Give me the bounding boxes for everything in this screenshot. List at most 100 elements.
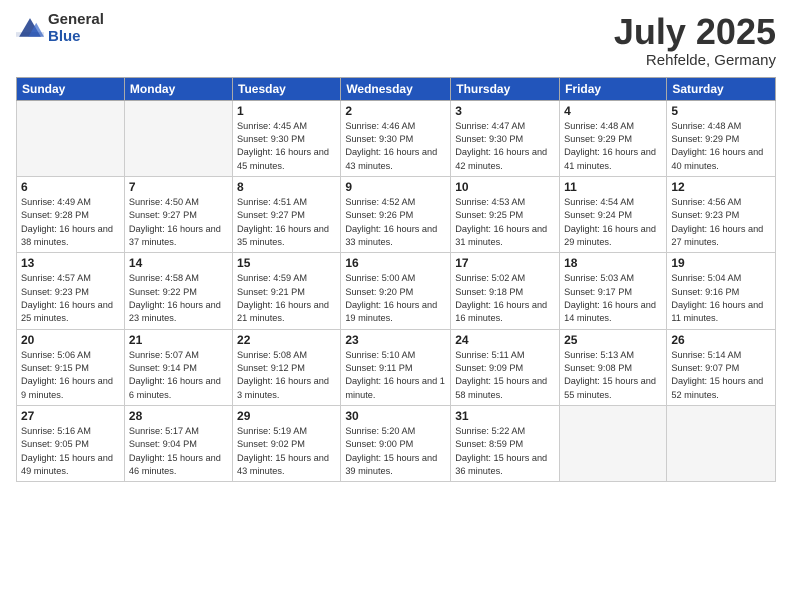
day-number: 5: [671, 104, 771, 118]
table-row: 24 Sunrise: 5:11 AM Sunset: 9:09 PM Dayli…: [451, 329, 560, 405]
month-title: July 2025: [614, 12, 776, 52]
day-number: 28: [129, 409, 228, 423]
day-info: Sunrise: 4:59 AM Sunset: 9:21 PM Dayligh…: [237, 272, 336, 325]
header-sunday: Sunday: [17, 77, 125, 100]
logo-general-text: General: [48, 12, 104, 29]
day-info: Sunrise: 4:48 AM Sunset: 9:29 PM Dayligh…: [671, 120, 771, 173]
table-row: 18 Sunrise: 5:03 AM Sunset: 9:17 PM Dayli…: [560, 253, 667, 329]
table-row: 22Sunrise: 5:08 AM Sunset: 9:12 PM Dayli…: [233, 329, 341, 405]
day-number: 26: [671, 333, 771, 347]
day-number: 4: [564, 104, 662, 118]
table-row: 26 Sunrise: 5:14 AM Sunset: 9:07 PM Dayli…: [667, 329, 776, 405]
day-info: Sunrise: 4:49 AM Sunset: 9:28 PM Dayligh…: [21, 196, 120, 249]
logo-blue-text: Blue: [48, 29, 104, 46]
day-number: 12: [671, 180, 771, 194]
day-number: 16: [345, 256, 446, 270]
day-number: 6: [21, 180, 120, 194]
day-number: 11: [564, 180, 662, 194]
table-row: 3Sunrise: 4:47 AM Sunset: 9:30 PM Daylig…: [451, 100, 560, 176]
day-info: Sunrise: 4:50 AM Sunset: 9:27 PM Dayligh…: [129, 196, 228, 249]
day-info: Sunrise: 4:52 AM Sunset: 9:26 PM Dayligh…: [345, 196, 446, 249]
day-info: Sunrise: 4:54 AM Sunset: 9:24 PM Dayligh…: [564, 196, 662, 249]
day-number: 31: [455, 409, 555, 423]
header-friday: Friday: [560, 77, 667, 100]
table-row: 30 Sunrise: 5:20 AM Sunset: 9:00 PM Dayli…: [341, 406, 451, 482]
day-number: 13: [21, 256, 120, 270]
calendar-table: Sunday Monday Tuesday Wednesday Thursday…: [16, 77, 776, 483]
header-saturday: Saturday: [667, 77, 776, 100]
table-row: 10 Sunrise: 4:53 AM Sunset: 9:25 PM Dayli…: [451, 176, 560, 252]
day-info: Sunrise: 5:06 AM Sunset: 9:15 PM Dayligh…: [21, 349, 120, 402]
day-number: 27: [21, 409, 120, 423]
day-info: Sunrise: 5:22 AM Sunset: 8:59 PM Dayligh…: [455, 425, 555, 478]
day-info: Sunrise: 4:45 AM Sunset: 9:30 PM Dayligh…: [237, 120, 336, 173]
table-row: 23 Sunrise: 5:10 AM Sunset: 9:11 PM Dayli…: [341, 329, 451, 405]
table-row: 11 Sunrise: 4:54 AM Sunset: 9:24 PM Dayli…: [560, 176, 667, 252]
table-row: 16 Sunrise: 5:00 AM Sunset: 9:20 PM Dayli…: [341, 253, 451, 329]
header-monday: Monday: [124, 77, 232, 100]
day-info: Sunrise: 5:00 AM Sunset: 9:20 PM Dayligh…: [345, 272, 446, 325]
logo-icon: [16, 15, 44, 43]
table-row: 12Sunrise: 4:56 AM Sunset: 9:23 PM Dayli…: [667, 176, 776, 252]
table-row: 1 Sunrise: 4:45 AM Sunset: 9:30 PM Daylig…: [233, 100, 341, 176]
day-info: Sunrise: 5:02 AM Sunset: 9:18 PM Dayligh…: [455, 272, 555, 325]
day-info: Sunrise: 4:57 AM Sunset: 9:23 PM Dayligh…: [21, 272, 120, 325]
day-info: Sunrise: 5:04 AM Sunset: 9:16 PM Dayligh…: [671, 272, 771, 325]
day-info: Sunrise: 4:48 AM Sunset: 9:29 PM Dayligh…: [564, 120, 662, 173]
table-row: 5 Sunrise: 4:48 AM Sunset: 9:29 PM Daylig…: [667, 100, 776, 176]
day-number: 21: [129, 333, 228, 347]
day-number: 18: [564, 256, 662, 270]
day-number: 30: [345, 409, 446, 423]
table-row: [124, 100, 232, 176]
day-number: 15: [237, 256, 336, 270]
calendar-header-row: Sunday Monday Tuesday Wednesday Thursday…: [17, 77, 776, 100]
day-info: Sunrise: 5:14 AM Sunset: 9:07 PM Dayligh…: [671, 349, 771, 402]
day-number: 17: [455, 256, 555, 270]
table-row: 29 Sunrise: 5:19 AM Sunset: 9:02 PM Dayli…: [233, 406, 341, 482]
table-row: 31 Sunrise: 5:22 AM Sunset: 8:59 PM Dayli…: [451, 406, 560, 482]
header-thursday: Thursday: [451, 77, 560, 100]
day-number: 2: [345, 104, 446, 118]
day-info: Sunrise: 5:13 AM Sunset: 9:08 PM Dayligh…: [564, 349, 662, 402]
day-number: 25: [564, 333, 662, 347]
day-info: Sunrise: 4:58 AM Sunset: 9:22 PM Dayligh…: [129, 272, 228, 325]
table-row: 19Sunrise: 5:04 AM Sunset: 9:16 PM Dayli…: [667, 253, 776, 329]
day-info: Sunrise: 5:19 AM Sunset: 9:02 PM Dayligh…: [237, 425, 336, 478]
table-row: 21 Sunrise: 5:07 AM Sunset: 9:14 PM Dayli…: [124, 329, 232, 405]
day-info: Sunrise: 4:51 AM Sunset: 9:27 PM Dayligh…: [237, 196, 336, 249]
day-info: Sunrise: 4:53 AM Sunset: 9:25 PM Dayligh…: [455, 196, 555, 249]
day-info: Sunrise: 5:11 AM Sunset: 9:09 PM Dayligh…: [455, 349, 555, 402]
table-row: 7Sunrise: 4:50 AM Sunset: 9:27 PM Daylig…: [124, 176, 232, 252]
day-number: 20: [21, 333, 120, 347]
table-row: [17, 100, 125, 176]
day-info: Sunrise: 5:20 AM Sunset: 9:00 PM Dayligh…: [345, 425, 446, 478]
table-row: 6 Sunrise: 4:49 AM Sunset: 9:28 PM Daylig…: [17, 176, 125, 252]
day-info: Sunrise: 5:03 AM Sunset: 9:17 PM Dayligh…: [564, 272, 662, 325]
day-number: 1: [237, 104, 336, 118]
table-row: 17 Sunrise: 5:02 AM Sunset: 9:18 PM Dayli…: [451, 253, 560, 329]
table-row: 2 Sunrise: 4:46 AM Sunset: 9:30 PM Daylig…: [341, 100, 451, 176]
location-subtitle: Rehfelde, Germany: [614, 52, 776, 69]
table-row: 8 Sunrise: 4:51 AM Sunset: 9:27 PM Daylig…: [233, 176, 341, 252]
header-tuesday: Tuesday: [233, 77, 341, 100]
table-row: 28 Sunrise: 5:17 AM Sunset: 9:04 PM Dayli…: [124, 406, 232, 482]
table-row: 15 Sunrise: 4:59 AM Sunset: 9:21 PM Dayli…: [233, 253, 341, 329]
table-row: 27Sunrise: 5:16 AM Sunset: 9:05 PM Dayli…: [17, 406, 125, 482]
day-number: 23: [345, 333, 446, 347]
day-number: 29: [237, 409, 336, 423]
table-row: 25 Sunrise: 5:13 AM Sunset: 9:08 PM Dayli…: [560, 329, 667, 405]
logo: General Blue: [16, 12, 104, 45]
day-number: 14: [129, 256, 228, 270]
day-info: Sunrise: 5:10 AM Sunset: 9:11 PM Dayligh…: [345, 349, 446, 402]
day-number: 10: [455, 180, 555, 194]
table-row: 20 Sunrise: 5:06 AM Sunset: 9:15 PM Dayli…: [17, 329, 125, 405]
day-number: 8: [237, 180, 336, 194]
day-info: Sunrise: 5:07 AM Sunset: 9:14 PM Dayligh…: [129, 349, 228, 402]
day-number: 22: [237, 333, 336, 347]
day-number: 24: [455, 333, 555, 347]
table-row: 9Sunrise: 4:52 AM Sunset: 9:26 PM Daylig…: [341, 176, 451, 252]
day-info: Sunrise: 4:46 AM Sunset: 9:30 PM Dayligh…: [345, 120, 446, 173]
table-row: 13 Sunrise: 4:57 AM Sunset: 9:23 PM Dayli…: [17, 253, 125, 329]
day-number: 3: [455, 104, 555, 118]
day-info: Sunrise: 5:17 AM Sunset: 9:04 PM Dayligh…: [129, 425, 228, 478]
